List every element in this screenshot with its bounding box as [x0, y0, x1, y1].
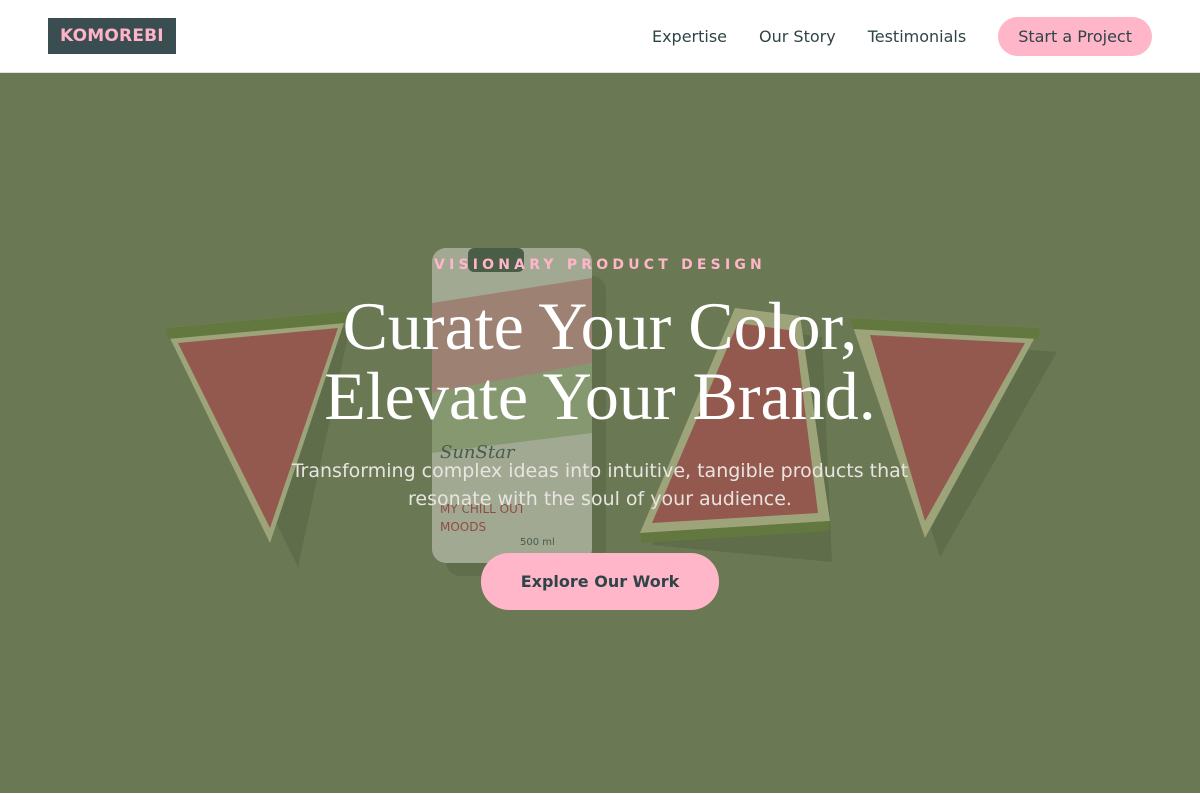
hero-headline-line-2: Elevate Your Brand. — [324, 358, 876, 434]
brand-logo[interactable]: KOMOREBI — [48, 18, 176, 54]
hero-subheading: Transforming complex ideas into intuitiv… — [291, 460, 909, 510]
site-header: KOMOREBI Expertise Our Story Testimonial… — [0, 0, 1200, 73]
hero-content: VISIONARY PRODUCT DESIGN Curate Your Col… — [0, 73, 1200, 793]
hero-headline: Curate Your Color, Elevate Your Brand. — [324, 291, 875, 431]
main-nav: Expertise Our Story Testimonials Start a… — [620, 16, 1152, 56]
page-bottom-strip — [0, 793, 1200, 800]
nav-link-expertise[interactable]: Expertise — [652, 27, 727, 46]
hero-eyebrow: VISIONARY PRODUCT DESIGN — [434, 257, 766, 273]
hero-section: SunStar MY CHILL OUT MOODS 500 ml VISION… — [0, 73, 1200, 793]
start-project-button[interactable]: Start a Project — [998, 16, 1152, 56]
nav-link-our-story[interactable]: Our Story — [759, 27, 836, 46]
hero-headline-line-1: Curate Your Color, — [342, 288, 858, 364]
nav-link-testimonials[interactable]: Testimonials — [868, 27, 967, 46]
explore-work-button[interactable]: Explore Our Work — [480, 553, 720, 610]
